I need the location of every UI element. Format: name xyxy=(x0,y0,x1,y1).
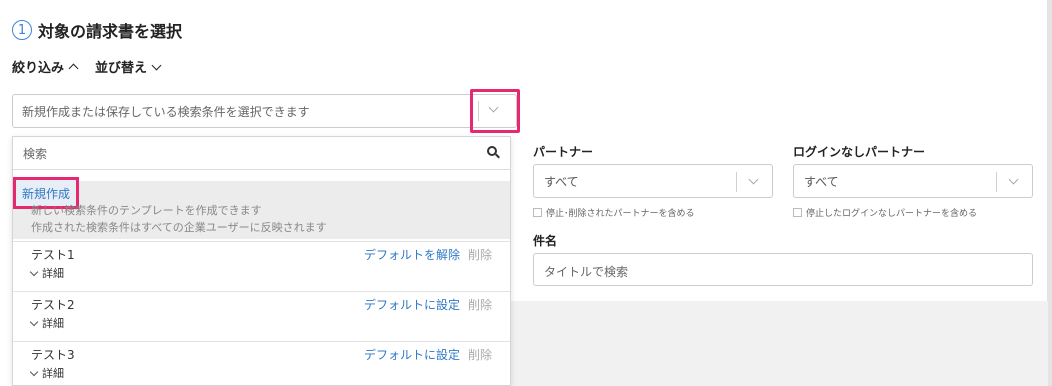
list-item[interactable]: テスト3 詳細 デフォルトに設定 削除 xyxy=(13,341,510,385)
partner-include-label: 停止･削除されたパートナーを含める xyxy=(546,209,695,219)
filter-toggle-button[interactable]: 絞り込み xyxy=(12,57,79,76)
filter-toggle-label: 絞り込み xyxy=(12,61,65,76)
partner-select[interactable]: すべて xyxy=(533,164,773,198)
section-title-text: 対象の請求書を選択 xyxy=(38,22,183,41)
chevron-down-icon xyxy=(29,267,39,276)
step-number-badge: 1 xyxy=(12,20,32,40)
set-default-link[interactable]: デフォルトに設定 xyxy=(364,346,460,363)
nologin-include-label: 停止したログインなしパートナーを含める xyxy=(806,209,978,219)
highlight-box xyxy=(470,89,520,133)
nologin-partner-select[interactable]: すべて xyxy=(793,164,1033,198)
dropdown-search-field[interactable]: 検索 xyxy=(13,137,510,170)
subject-label: 件名 xyxy=(533,234,558,248)
chevron-down-icon xyxy=(151,60,162,70)
results-area xyxy=(510,301,1048,386)
filter-sort-toolbar: 絞り込み 並び替え xyxy=(12,57,162,76)
template-name: テスト2 xyxy=(31,298,75,312)
chevron-down-icon xyxy=(748,174,759,185)
search-condition-placeholder: 新規作成または保存している検索条件を選択できます xyxy=(22,105,310,119)
search-icon[interactable] xyxy=(487,146,500,159)
chevron-down-icon xyxy=(29,367,39,376)
detail-toggle[interactable]: 詳細 xyxy=(29,365,64,381)
unset-default-link[interactable]: デフォルトを解除 xyxy=(364,246,460,263)
select-divider xyxy=(736,172,737,192)
delete-link[interactable]: 削除 xyxy=(468,246,492,263)
dropdown-search-placeholder: 検索 xyxy=(23,147,48,161)
chevron-down-icon xyxy=(29,317,39,326)
detail-toggle[interactable]: 詳細 xyxy=(29,265,64,281)
partner-select-value: すべて xyxy=(544,175,579,189)
template-name: テスト3 xyxy=(31,348,75,362)
detail-label: 詳細 xyxy=(42,317,64,330)
nologin-partner-select-value: すべて xyxy=(804,175,839,189)
chevron-up-icon xyxy=(68,63,79,74)
subject-search-input[interactable]: タイトルで検索 xyxy=(533,253,1033,286)
detail-toggle[interactable]: 詳細 xyxy=(29,315,64,331)
subject-search-placeholder: タイトルで検索 xyxy=(544,265,629,279)
nologin-include-checkbox[interactable]: 停止したログインなしパートナーを含める xyxy=(793,206,977,219)
search-condition-select[interactable]: 新規作成または保存している検索条件を選択できます xyxy=(12,94,517,128)
template-name: テスト1 xyxy=(31,248,75,262)
partner-label: パートナー xyxy=(533,145,594,159)
sort-toggle-button[interactable]: 並び替え xyxy=(95,57,162,76)
checkbox-box[interactable] xyxy=(533,208,542,217)
new-template-option[interactable]: 新規作成 新しい検索条件のテンプレートを作成できます 作成された検索条件はすべて… xyxy=(13,177,510,239)
list-item[interactable]: テスト2 詳細 デフォルトに設定 削除 xyxy=(13,291,510,341)
list-item[interactable]: テスト1 詳細 デフォルトを解除 削除 xyxy=(13,241,510,291)
chevron-down-icon xyxy=(1008,174,1019,185)
search-icon-handle xyxy=(495,153,500,159)
search-condition-dropdown: 検索 新規作成 新しい検索条件のテンプレートを作成できます 作成された検索条件は… xyxy=(12,136,511,386)
detail-label: 詳細 xyxy=(42,267,64,280)
delete-link[interactable]: 削除 xyxy=(468,346,492,363)
checkbox-box[interactable] xyxy=(793,208,802,217)
detail-label: 詳細 xyxy=(42,367,64,380)
page-scrollbar[interactable] xyxy=(1048,0,1052,386)
new-template-note: 作成された検索条件はすべての企業ユーザーに反映されます xyxy=(31,221,327,234)
main-card: 1 対象の請求書を選択 絞り込み 並び替え 新規作成または保存している検索条件を… xyxy=(0,0,1048,386)
section-title: 1 対象の請求書を選択 xyxy=(12,18,182,42)
delete-link[interactable]: 削除 xyxy=(468,296,492,313)
set-default-link[interactable]: デフォルトに設定 xyxy=(364,296,460,313)
nologin-partner-label: ログインなしパートナー xyxy=(793,145,926,159)
sort-toggle-label: 並び替え xyxy=(95,61,148,76)
select-divider xyxy=(996,172,997,192)
partner-include-checkbox[interactable]: 停止･削除されたパートナーを含める xyxy=(533,206,695,219)
new-template-description: 新しい検索条件のテンプレートを作成できます xyxy=(31,204,262,217)
